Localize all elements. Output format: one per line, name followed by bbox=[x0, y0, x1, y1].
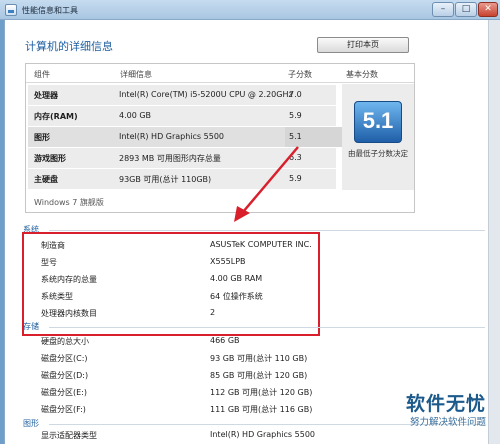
vertical-scrollbar[interactable] bbox=[488, 20, 500, 444]
watermark-main-text: 软件无忧 bbox=[405, 393, 486, 415]
watermark-logo: 软件无忧 努力解决软件问题 bbox=[368, 392, 486, 438]
annotation-arrow-icon bbox=[234, 146, 299, 222]
watermark-sub-text: 努力解决软件问题 bbox=[409, 417, 486, 428]
